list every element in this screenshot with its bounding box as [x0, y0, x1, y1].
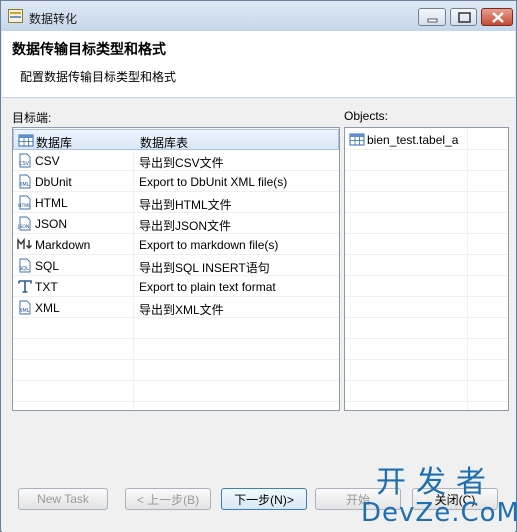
empty-row — [13, 381, 339, 402]
new-task-button[interactable]: New Task — [18, 488, 108, 510]
item-name: HTML — [35, 196, 68, 210]
svg-text:XML: XML — [19, 308, 30, 314]
empty-row — [345, 171, 508, 192]
item-desc: 导出到CSV文件 — [139, 156, 224, 170]
list-item-json[interactable]: JSON JSON 导出到JSON文件 — [13, 213, 339, 234]
svg-text:XML: XML — [19, 182, 30, 188]
empty-row — [13, 339, 339, 360]
window-title: 数据转化 — [29, 12, 78, 26]
table-icon — [349, 133, 365, 146]
list-item-dbunit[interactable]: XML DbUnit Export to DbUnit XML file(s) — [13, 171, 339, 192]
item-desc: 导出到SQL INSERT语句 — [139, 261, 270, 275]
wizard-header: 数据传输目标类型和格式 配置数据传输目标类型和格式 — [2, 31, 515, 98]
list-item-html[interactable]: HTML HTML 导出到HTML文件 — [13, 192, 339, 213]
page-description: 配置数据传输目标类型和格式 — [20, 70, 177, 84]
empty-row — [345, 192, 508, 213]
list-item-markdown[interactable]: Markdown Export to markdown file(s) — [13, 234, 339, 255]
xml-file-icon: XML — [19, 174, 31, 189]
previous-button[interactable]: < 上一步(B) — [125, 488, 211, 510]
item-desc: 导出到HTML文件 — [139, 198, 232, 212]
database-table-icon — [18, 134, 34, 147]
objects-list[interactable]: bien_test.tabel_a — [344, 127, 509, 411]
empty-row — [345, 297, 508, 318]
empty-row — [345, 255, 508, 276]
page-title: 数据传输目标类型和格式 — [12, 41, 166, 57]
watermark-text-cn: 开发者 — [376, 466, 496, 499]
svg-text:HTML: HTML — [18, 203, 31, 209]
markdown-icon — [17, 237, 32, 249]
item-name: DbUnit — [35, 175, 72, 189]
text-icon — [18, 280, 32, 293]
minimize-button[interactable] — [418, 8, 446, 26]
watermark-logo: 开发者 DevZe.CoM — [361, 466, 517, 529]
item-name: Markdown — [35, 238, 91, 252]
item-name: SQL — [35, 259, 60, 273]
empty-row — [345, 318, 508, 339]
item-name: CSV — [35, 154, 60, 168]
svg-text:SQL: SQL — [19, 266, 29, 272]
html-file-icon: HTML — [18, 195, 31, 210]
empty-row — [345, 339, 508, 360]
empty-row — [345, 381, 508, 402]
item-name: TXT — [35, 280, 58, 294]
target-type-list[interactable]: 数据库 数据库表 CSV CSV 导出到CSV文件 XML DbUnit Exp… — [12, 127, 340, 411]
list-item-object[interactable]: bien_test.tabel_a — [345, 129, 508, 150]
list-item-database[interactable]: 数据库 数据库表 — [13, 129, 339, 150]
empty-row — [345, 234, 508, 255]
svg-text:JSON: JSON — [17, 224, 29, 230]
item-name: 数据库 — [36, 136, 73, 150]
item-name: JSON — [35, 217, 68, 231]
dialog-window: 数据转化 数据传输目标类型和格式 配置数据传输目标类型和格式 目标端: Obje… — [0, 0, 517, 532]
list-item-txt[interactable]: TXT Export to plain text format — [13, 276, 339, 297]
column-divider — [339, 128, 340, 410]
app-icon — [8, 9, 23, 23]
item-desc: 导出到JSON文件 — [139, 219, 232, 233]
item-desc: Export to DbUnit XML file(s) — [139, 175, 288, 189]
empty-row — [345, 150, 508, 171]
empty-row — [13, 360, 339, 381]
svg-text:CSV: CSV — [19, 161, 30, 167]
list-item-csv[interactable]: CSV CSV 导出到CSV文件 — [13, 150, 339, 171]
list-item-xml[interactable]: XML XML 导出到XML文件 — [13, 297, 339, 318]
close-icon — [492, 12, 504, 23]
item-desc: 数据库表 — [140, 136, 189, 150]
item-name: XML — [35, 301, 60, 315]
empty-row — [13, 318, 339, 339]
csv-file-icon: CSV — [19, 153, 31, 168]
target-label: 目标端: — [12, 111, 52, 125]
list-item-sql[interactable]: SQL SQL 导出到SQL INSERT语句 — [13, 255, 339, 276]
sql-file-icon: SQL — [19, 258, 31, 273]
maximize-button[interactable] — [450, 8, 477, 26]
title-bar[interactable]: 数据转化 — [1, 1, 516, 31]
maximize-icon — [458, 12, 471, 23]
empty-row — [345, 276, 508, 297]
xml-file-icon: XML — [19, 300, 31, 315]
empty-row — [345, 213, 508, 234]
close-window-button[interactable] — [481, 8, 513, 26]
item-desc: Export to plain text format — [139, 280, 276, 294]
json-file-icon: JSON — [17, 216, 31, 231]
watermark-text-en: DevZe.CoM — [361, 498, 517, 528]
item-desc: Export to markdown file(s) — [139, 238, 279, 252]
minimize-icon — [427, 18, 438, 23]
item-name: bien_test.tabel_a — [367, 133, 459, 147]
next-button[interactable]: 下一步(N)> — [221, 488, 307, 510]
item-desc: 导出到XML文件 — [139, 303, 224, 317]
empty-row — [345, 360, 508, 381]
objects-label: Objects: — [344, 109, 389, 123]
